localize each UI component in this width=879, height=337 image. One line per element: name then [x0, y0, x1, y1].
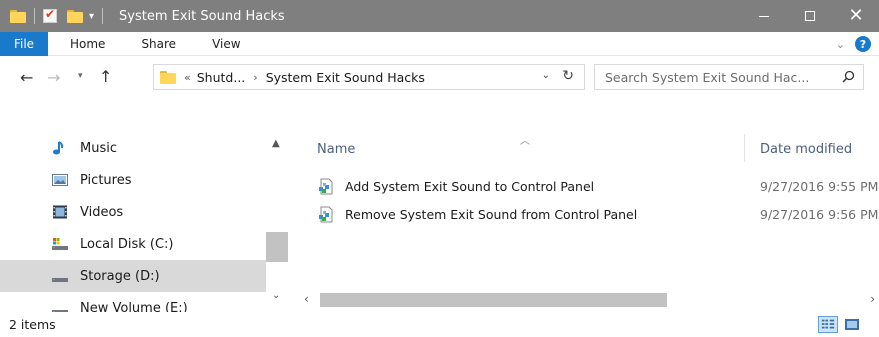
ribbon-tabs: File Home Share View ⌄ ?	[0, 31, 879, 56]
navigation-pane: Music Pictures Videos Local Disk (C:) St…	[0, 132, 288, 312]
nav-item-label: Pictures	[80, 172, 132, 188]
address-dropdown-icon[interactable]: ⌄	[542, 70, 550, 81]
file-date-modified: 9/27/2016 9:56 PM	[760, 207, 879, 222]
maximize-button[interactable]	[787, 0, 833, 32]
sort-ascending-icon: ︿	[520, 136, 530, 147]
nav-item-label: New Volume (E:)	[80, 300, 188, 313]
minimize-icon	[759, 15, 769, 17]
nav-item-label: Videos	[80, 204, 124, 220]
maximize-icon	[805, 11, 815, 21]
large-icons-view-icon[interactable]	[842, 316, 862, 333]
column-header-name[interactable]: Name	[317, 142, 355, 157]
help-icon[interactable]: ?	[855, 36, 871, 52]
breadcrumb-current[interactable]: System Exit Sound Hacks	[266, 70, 425, 85]
column-header-date-modified[interactable]: Date modified	[760, 142, 852, 157]
nav-item-label: Music	[80, 140, 117, 156]
nav-item-local-disk[interactable]: Local Disk (C:)	[0, 228, 266, 260]
refresh-icon[interactable]: ↻	[562, 68, 574, 84]
nav-item-storage[interactable]: Storage (D:)	[0, 260, 266, 292]
item-count: 2 items	[9, 317, 56, 332]
up-arrow-icon[interactable]: ↑	[99, 67, 112, 86]
file-row[interactable]: Remove System Exit Sound from Control Pa…	[300, 203, 879, 227]
window-controls: ✕	[741, 0, 879, 32]
tab-view[interactable]: View	[194, 37, 261, 51]
nav-item-videos[interactable]: Videos	[0, 196, 266, 228]
file-list-horizontal-scrollbar[interactable]: ‹ ›	[300, 291, 879, 309]
breadcrumb-shutdown[interactable]: Shutd...	[197, 70, 246, 85]
column-divider[interactable]	[744, 134, 745, 162]
search-icon[interactable]	[842, 70, 855, 83]
pictures-icon	[52, 174, 68, 186]
videos-icon	[53, 205, 67, 219]
drive-icon	[52, 278, 68, 282]
folder-icon[interactable]	[10, 9, 26, 23]
nav-item-music[interactable]: Music	[0, 132, 266, 164]
registry-file-icon	[319, 178, 333, 195]
recent-locations-icon[interactable]: ▾	[78, 71, 83, 81]
tab-home[interactable]: Home	[48, 37, 123, 51]
properties-icon[interactable]	[43, 7, 57, 23]
scroll-right-icon[interactable]: ›	[870, 292, 875, 306]
file-name: Add System Exit Sound to Control Panel	[345, 179, 595, 194]
folder-icon	[160, 70, 176, 84]
expand-ribbon-icon[interactable]: ⌄	[836, 38, 845, 51]
registry-file-icon	[319, 206, 333, 223]
window-title: System Exit Sound Hacks	[119, 8, 285, 24]
breadcrumb-separator[interactable]: ›	[253, 71, 257, 84]
navigation-pane-scrollbar[interactable]: ▲ ⌄	[266, 132, 288, 312]
scrollbar-thumb[interactable]	[266, 232, 288, 262]
file-name: Remove System Exit Sound from Control Pa…	[345, 207, 638, 222]
file-list: ︿ Name Date modified Add System Exit Sou…	[300, 132, 879, 292]
scroll-left-icon[interactable]: ‹	[304, 292, 309, 306]
breadcrumb-overflow[interactable]: «	[184, 71, 191, 84]
nav-item-label: Storage (D:)	[80, 268, 160, 284]
drive-icon	[52, 310, 68, 312]
minimize-button[interactable]	[741, 0, 787, 32]
nav-item-label: Local Disk (C:)	[80, 236, 174, 252]
search-box[interactable]	[594, 64, 864, 90]
customize-toolbar-dropdown-icon[interactable]: ▾	[89, 11, 94, 22]
details-view-icon[interactable]	[818, 316, 838, 333]
navigation-bar: ← → ▾ ↑ « Shutd... › System Exit Sound H…	[0, 57, 879, 97]
scroll-up-icon[interactable]: ▲	[272, 138, 280, 149]
tab-share[interactable]: Share	[123, 37, 194, 51]
title-bar: ▾ System Exit Sound Hacks ✕	[0, 0, 879, 32]
toolbar-separator	[102, 8, 104, 24]
nav-item-new-volume[interactable]: New Volume (E:)	[0, 292, 266, 312]
scroll-down-icon[interactable]: ⌄	[272, 290, 280, 301]
file-row[interactable]: Add System Exit Sound to Control Panel 9…	[300, 175, 879, 199]
address-bar[interactable]: « Shutd... › System Exit Sound Hacks ⌄ ↻	[153, 64, 585, 90]
music-note-icon	[53, 141, 64, 155]
ribbon-right-controls: ⌄ ?	[836, 36, 871, 52]
nav-item-pictures[interactable]: Pictures	[0, 164, 266, 196]
quick-access-toolbar: ▾	[0, 0, 111, 32]
new-folder-icon[interactable]	[67, 9, 83, 23]
local-disk-icon	[52, 238, 68, 250]
close-button[interactable]: ✕	[833, 0, 879, 32]
toolbar-separator	[34, 8, 35, 24]
file-date-modified: 9/27/2016 9:55 PM	[760, 179, 879, 194]
scrollbar-thumb[interactable]	[320, 293, 667, 307]
close-icon: ✕	[848, 5, 864, 26]
tab-file[interactable]: File	[0, 31, 48, 56]
back-arrow-icon[interactable]: ←	[20, 68, 33, 87]
search-input[interactable]	[605, 69, 835, 85]
status-bar: 2 items	[0, 312, 879, 337]
forward-arrow-icon[interactable]: →	[47, 68, 60, 87]
